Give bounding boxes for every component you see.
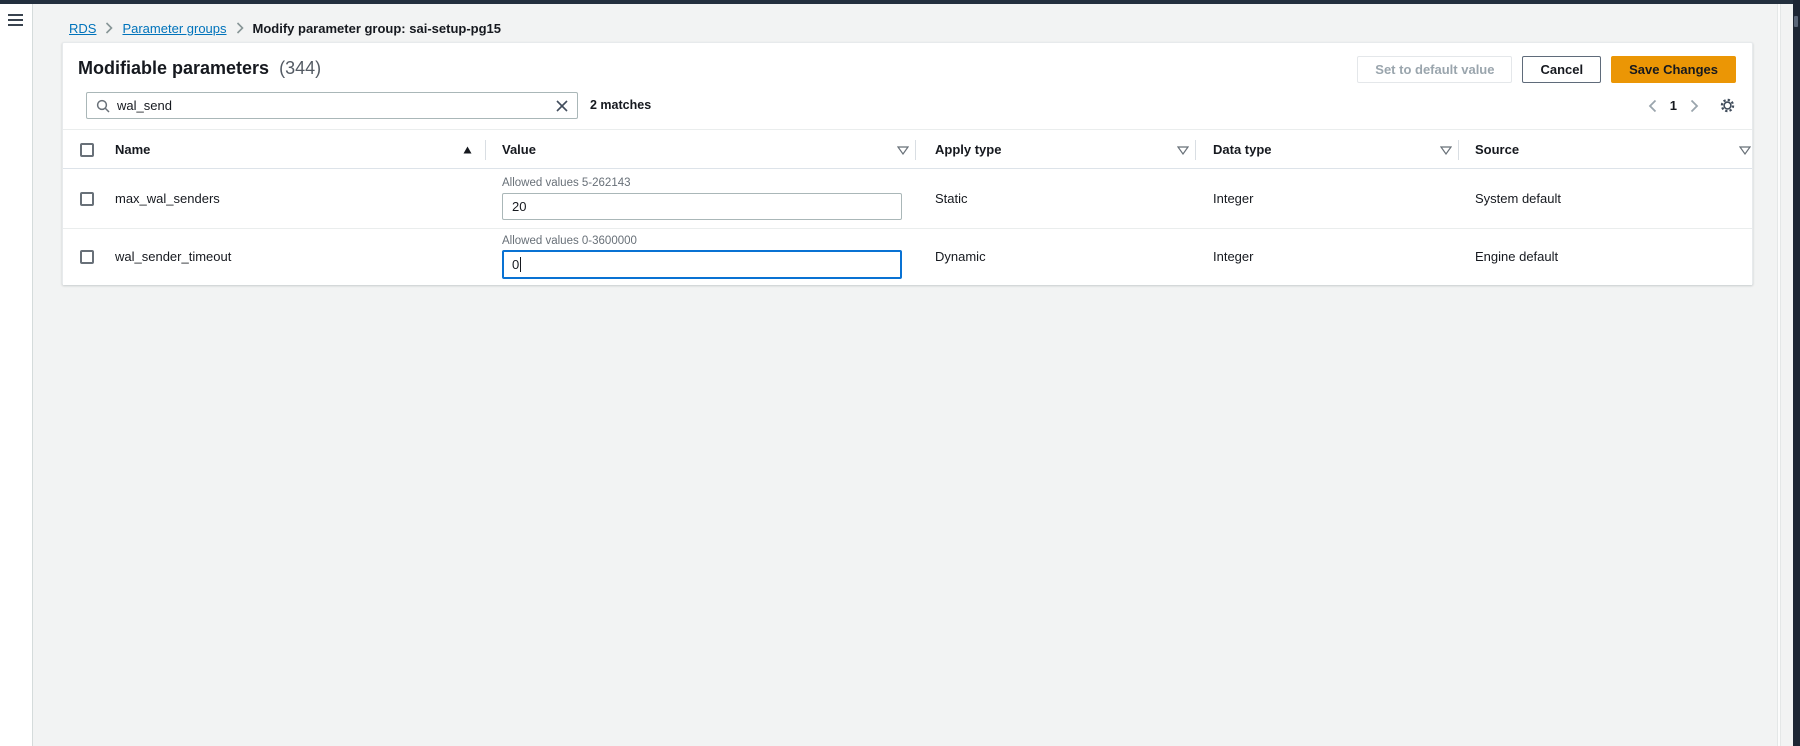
chevron-right-icon [1690, 99, 1699, 113]
row-checkbox[interactable] [80, 250, 94, 264]
collapsed-side-nav [0, 4, 33, 746]
current-page[interactable]: 1 [1670, 98, 1677, 113]
chevron-right-icon [105, 22, 113, 34]
column-header-name[interactable]: Name [115, 130, 150, 169]
data-type-cell: Integer [1213, 229, 1253, 285]
save-changes-button[interactable]: Save Changes [1611, 56, 1736, 83]
help-panel-divider [1777, 4, 1781, 746]
window-edge-glyph [1794, 16, 1798, 27]
gear-icon [1719, 97, 1736, 114]
column-divider [1195, 140, 1196, 160]
menu-toggle-button[interactable] [8, 12, 26, 30]
clear-search-button[interactable] [556, 100, 568, 112]
breadcrumb: RDS Parameter groups Modify parameter gr… [69, 19, 501, 37]
column-header-apply-type[interactable]: Apply type [935, 130, 1001, 169]
hamburger-icon [8, 14, 26, 26]
table-settings-button[interactable] [1719, 97, 1736, 114]
table-row: wal_sender_timeout Allowed values 0-3600… [63, 229, 1752, 285]
apply-type-cell: Static [935, 169, 968, 229]
set-to-default-button[interactable]: Set to default value [1357, 56, 1512, 83]
chevron-left-icon [1648, 99, 1657, 113]
apply-type-cell: Dynamic [935, 229, 986, 285]
param-name: wal_sender_timeout [115, 229, 231, 285]
window-edge [1793, 0, 1800, 746]
chevron-right-icon [236, 22, 244, 34]
column-sort-icon[interactable] [1440, 146, 1452, 155]
match-count: 2 matches [590, 92, 651, 119]
param-name: max_wal_senders [115, 169, 220, 229]
source-cell: Engine default [1475, 229, 1558, 285]
data-type-cell: Integer [1213, 169, 1253, 229]
allowed-values-hint: Allowed values 5-262143 [502, 176, 631, 190]
value-input[interactable] [502, 193, 902, 220]
breadcrumb-current: Modify parameter group: sai-setup-pg15 [253, 21, 501, 36]
rds-modify-parameters-page: RDS Parameter groups Modify parameter gr… [0, 0, 1800, 746]
column-header-value[interactable]: Value [502, 130, 536, 169]
column-sort-icon[interactable] [1177, 146, 1189, 155]
allowed-values-hint: Allowed values 0-3600000 [502, 234, 637, 248]
column-header-source[interactable]: Source [1475, 130, 1519, 169]
column-sort-icon[interactable] [897, 146, 909, 155]
value-input-focused[interactable]: 0 [502, 250, 902, 279]
table-header-row: Name Value Apply type Data type Source [63, 129, 1752, 169]
page-title: Modifiable parameters (344) [78, 58, 321, 79]
row-checkbox[interactable] [80, 192, 94, 206]
window-top-bar [0, 0, 1800, 4]
breadcrumb-link-rds[interactable]: RDS [69, 21, 96, 36]
column-divider [485, 140, 486, 160]
panel-count: (344) [279, 58, 321, 78]
column-sort-icon[interactable] [1739, 146, 1751, 155]
column-divider [1458, 140, 1459, 160]
table-row: max_wal_senders Allowed values 5-262143 … [63, 169, 1752, 229]
prev-page-button[interactable] [1648, 99, 1657, 113]
breadcrumb-link-parameter-groups[interactable]: Parameter groups [122, 21, 226, 36]
search-icon [96, 99, 110, 113]
value-text: 0 [512, 257, 519, 272]
column-divider [915, 140, 916, 160]
search-box [86, 92, 578, 119]
search-input[interactable] [117, 98, 549, 113]
column-header-data-type[interactable]: Data type [1213, 130, 1272, 169]
pagination: 1 [1648, 92, 1736, 119]
modifiable-parameters-panel: Modifiable parameters (344) Set to defau… [62, 42, 1753, 285]
cancel-button[interactable]: Cancel [1522, 56, 1601, 83]
panel-title-text: Modifiable parameters [78, 58, 269, 78]
select-all-checkbox[interactable] [80, 143, 94, 157]
next-page-button[interactable] [1690, 99, 1699, 113]
text-cursor [520, 257, 521, 272]
source-cell: System default [1475, 169, 1561, 229]
sort-ascending-icon [463, 146, 472, 154]
panel-actions: Set to default value Cancel Save Changes [1357, 56, 1736, 83]
close-icon [556, 100, 568, 112]
